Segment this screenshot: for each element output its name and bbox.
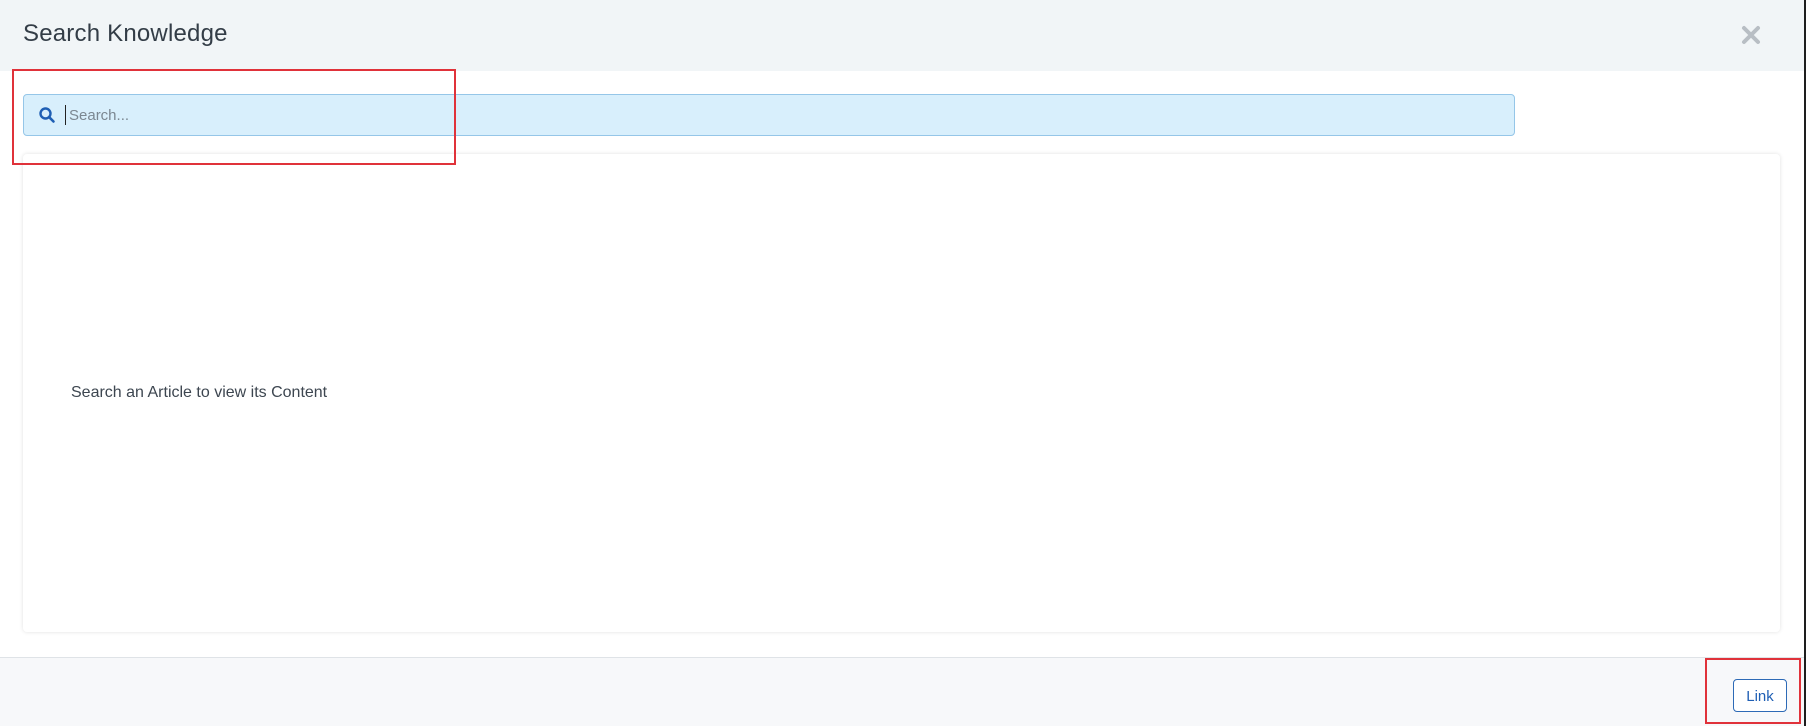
search-input[interactable] [65,99,1485,131]
search-knowledge-modal: Search Knowledge Search an Article to vi… [0,0,1806,726]
modal-footer [0,657,1804,726]
link-button[interactable]: Link [1733,679,1787,712]
empty-state-message: Search an Article to view its Content [71,384,328,401]
modal-title: Search Knowledge [23,20,228,47]
modal-header: Search Knowledge [0,0,1804,71]
close-icon[interactable] [1738,22,1764,48]
text-cursor [65,105,66,125]
article-content-panel: Search an Article to view its Content [23,154,1780,632]
search-bar [23,94,1515,136]
search-icon [38,106,56,124]
